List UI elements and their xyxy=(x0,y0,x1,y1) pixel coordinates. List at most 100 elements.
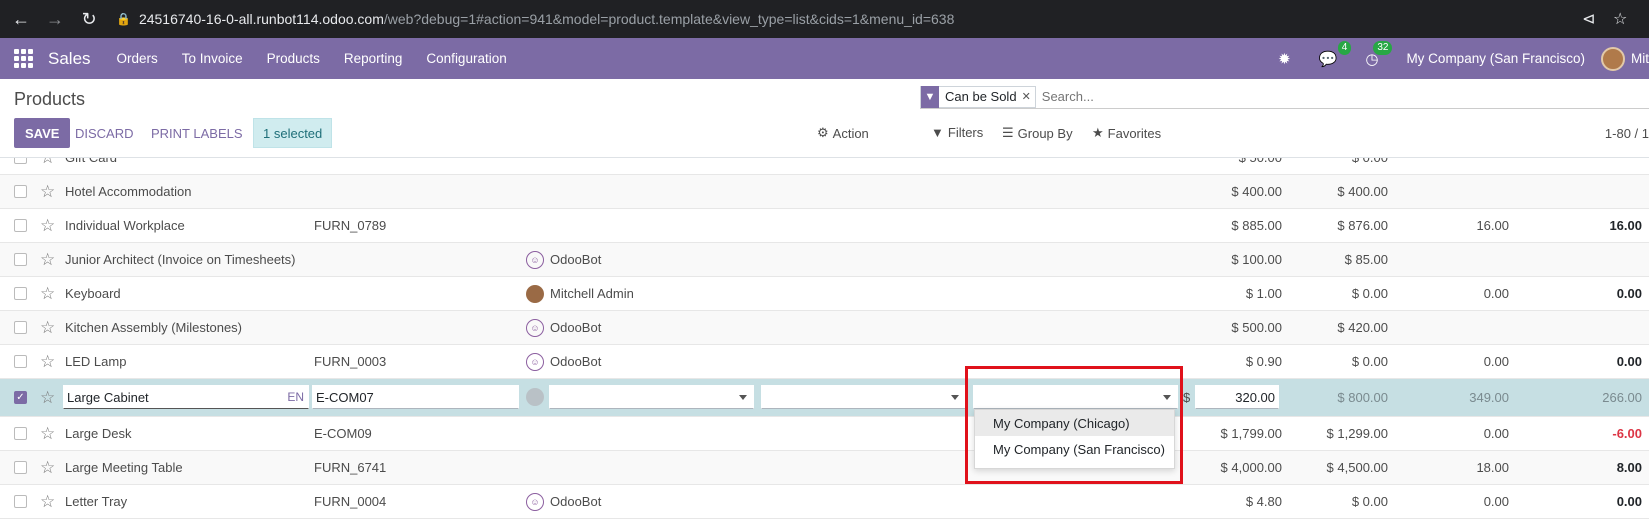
messages-icon[interactable]: 💬 4 xyxy=(1319,40,1352,68)
row-checkbox[interactable] xyxy=(14,495,27,508)
table-row[interactable]: ☆ Kitchen Assembly (Milestones) ☺ OdooBot $ … xyxy=(0,311,1649,345)
responsible-user: ☺ OdooBot xyxy=(526,243,601,276)
group-by-dropdown[interactable]: ☰ Group By xyxy=(1002,125,1073,141)
table-row[interactable]: ☆ Gift Card $ 50.00$ 0.00 xyxy=(0,158,1649,175)
sales-price: $ 885.00 xyxy=(1231,218,1282,233)
responsible-avatar-placeholder xyxy=(526,388,544,406)
back-arrow-icon[interactable]: ← xyxy=(8,9,34,30)
search-bar: ▼ Can be Sold ✕ xyxy=(920,85,1649,109)
row-checkbox[interactable] xyxy=(14,461,27,474)
forward-arrow-icon[interactable]: → xyxy=(42,9,68,30)
favorite-star-icon[interactable]: ☆ xyxy=(40,158,55,174)
quantity-on-hand: 0.00 xyxy=(1483,354,1509,369)
forecasted-quantity: 8.00 xyxy=(1616,460,1642,475)
responsible-user: Mitchell Admin xyxy=(526,277,634,310)
currency-symbol: $ xyxy=(1183,390,1191,405)
product-name-value: Large Cabinet xyxy=(67,389,149,405)
sales-price: $ 1.00 xyxy=(1245,286,1282,301)
selected-count-badge[interactable]: 1 selected xyxy=(253,118,333,148)
product-name: Large Desk xyxy=(65,426,132,441)
internal-reference: FURN_0789 xyxy=(314,218,387,233)
remove-facet-icon[interactable]: ✕ xyxy=(1022,90,1035,103)
filter-funnel-icon: ▼ xyxy=(921,85,939,108)
cost: $ 4,500.00 xyxy=(1326,460,1388,475)
table-row[interactable]: ☆ Letter Tray FURN_0004 ☺ OdooBot $ 4.80 $ 0.0… xyxy=(0,485,1649,519)
sales-price: $ 400.00 xyxy=(1231,184,1282,199)
responsible-select[interactable] xyxy=(549,385,754,409)
sales-price: $ 500.00 xyxy=(1231,320,1282,335)
menu-reporting[interactable]: Reporting xyxy=(344,51,403,66)
internal-reference-input[interactable]: E-COM07 xyxy=(312,385,519,409)
favorites-dropdown[interactable]: ★ Favorites xyxy=(1092,125,1161,141)
row-checkbox[interactable] xyxy=(14,253,27,266)
menu-products[interactable]: Products xyxy=(267,51,320,66)
company-option-chicago[interactable]: My Company (Chicago) xyxy=(975,410,1174,436)
address-bar[interactable]: 24516740-16-0-all.runbot114.odoo.com/web… xyxy=(139,11,954,27)
user-menu[interactable]: Mit xyxy=(1631,51,1649,66)
reload-icon[interactable]: ↻ xyxy=(76,9,102,30)
forecasted-quantity: 266.00 xyxy=(1602,390,1642,405)
favorite-star-icon[interactable]: ☆ xyxy=(40,485,55,518)
bookmark-star-icon[interactable]: ☆ xyxy=(1613,9,1627,29)
menu-to-invoice[interactable]: To Invoice xyxy=(182,51,243,66)
favorite-star-icon[interactable]: ☆ xyxy=(40,417,55,450)
menu-configuration[interactable]: Configuration xyxy=(426,51,506,66)
discard-button[interactable]: DISCARD xyxy=(75,118,134,148)
responsible-user: ☺ OdooBot xyxy=(526,345,601,378)
row-checkbox[interactable] xyxy=(14,355,27,368)
favorite-star-icon[interactable]: ☆ xyxy=(40,277,55,310)
product-name: Hotel Accommodation xyxy=(65,184,192,199)
company-switcher[interactable]: My Company (San Francisco) xyxy=(1406,51,1585,66)
sales-price-input[interactable]: 320.00 xyxy=(1195,385,1279,409)
activities-clock-icon[interactable]: ◷ 32 xyxy=(1365,40,1393,68)
table-row[interactable]: ☆ Individual Workplace FURN_0789 $ 885.00 $ … xyxy=(0,209,1649,243)
app-brand[interactable]: Sales xyxy=(48,49,91,69)
product-type-select[interactable] xyxy=(761,385,966,409)
favorite-star-icon[interactable]: ☆ xyxy=(40,345,55,378)
pager[interactable]: 1-80 / 1 xyxy=(1605,126,1649,141)
search-input[interactable] xyxy=(1041,89,1342,104)
product-name-input[interactable]: Large Cabinet EN xyxy=(63,385,309,409)
product-list: ☆Gift Card$ 50.00$ 0.00☆Hotel Accommodat… xyxy=(0,158,1649,524)
cost: $ 1,299.00 xyxy=(1326,426,1388,441)
row-checkbox[interactable] xyxy=(14,158,27,164)
company-option-san-francisco[interactable]: My Company (San Francisco) xyxy=(975,436,1174,462)
sales-price: $ 50.00 xyxy=(1162,158,1282,174)
user-avatar[interactable] xyxy=(1601,46,1625,71)
row-checkbox[interactable] xyxy=(14,185,27,198)
menu-orders[interactable]: Orders xyxy=(117,51,158,66)
table-row[interactable]: ☆ Large Meeting Table FURN_6741 $ 4,000.00 $… xyxy=(0,451,1649,485)
table-row[interactable]: ☆ Large Desk E-COM09 $ 1,799.00 $ 1,299.00 0.… xyxy=(0,417,1649,451)
table-row[interactable]: ☆ Keyboard Mitchell Admin $ 1.00 $ 0.00 0.00 0… xyxy=(0,277,1649,311)
favorite-star-icon[interactable]: ☆ xyxy=(40,209,55,242)
favorite-star-icon[interactable]: ☆ xyxy=(40,311,55,344)
table-row[interactable]: ☆ LED Lamp FURN_0003 ☺ OdooBot $ 0.90 $ 0.00 0.… xyxy=(0,345,1649,379)
odoobot-avatar: ☺ xyxy=(526,492,544,511)
debug-bug-icon[interactable]: ✹ xyxy=(1278,50,1291,68)
table-row[interactable]: ☆ Junior Architect (Invoice on Timesheets… xyxy=(0,243,1649,277)
action-dropdown[interactable]: ⚙ Action xyxy=(817,125,869,141)
row-checkbox[interactable] xyxy=(14,427,27,440)
control-panel: Products SAVE DISCARD PRINT LABELS 1 sel… xyxy=(0,79,1649,158)
row-checkbox[interactable] xyxy=(14,321,27,334)
url-path: /web?debug=1#action=941&model=product.te… xyxy=(383,11,955,27)
forecasted-quantity: 0.00 xyxy=(1616,354,1642,369)
row-checkbox[interactable] xyxy=(14,219,27,232)
favorite-star-icon[interactable]: ☆ xyxy=(40,451,55,484)
favorite-star-icon[interactable]: ☆ xyxy=(40,379,55,416)
sales-price: $ 100.00 xyxy=(1231,252,1282,267)
table-row[interactable]: ☆ Hotel Accommodation $ 400.00 $ 400.00 xyxy=(0,175,1649,209)
share-icon[interactable]: ⊲ xyxy=(1582,9,1595,29)
print-labels-button[interactable]: PRINT LABELS xyxy=(151,118,243,148)
filters-dropdown[interactable]: ▼ Filters xyxy=(931,125,983,140)
editing-row[interactable]: ✓ ☆ Large Cabinet EN E-COM07 $320.00 $ 800.00 3… xyxy=(0,379,1649,417)
language-button[interactable]: EN xyxy=(287,390,304,404)
row-checkbox[interactable] xyxy=(14,287,27,300)
layers-icon: ☰ xyxy=(1002,125,1014,140)
apps-menu-icon[interactable] xyxy=(14,49,34,69)
save-button[interactable]: SAVE xyxy=(14,118,71,148)
favorite-star-icon[interactable]: ☆ xyxy=(40,175,55,208)
row-checkbox-checked[interactable]: ✓ xyxy=(14,391,27,404)
responsible-name: OdooBot xyxy=(550,494,602,509)
favorite-star-icon[interactable]: ☆ xyxy=(40,243,55,276)
